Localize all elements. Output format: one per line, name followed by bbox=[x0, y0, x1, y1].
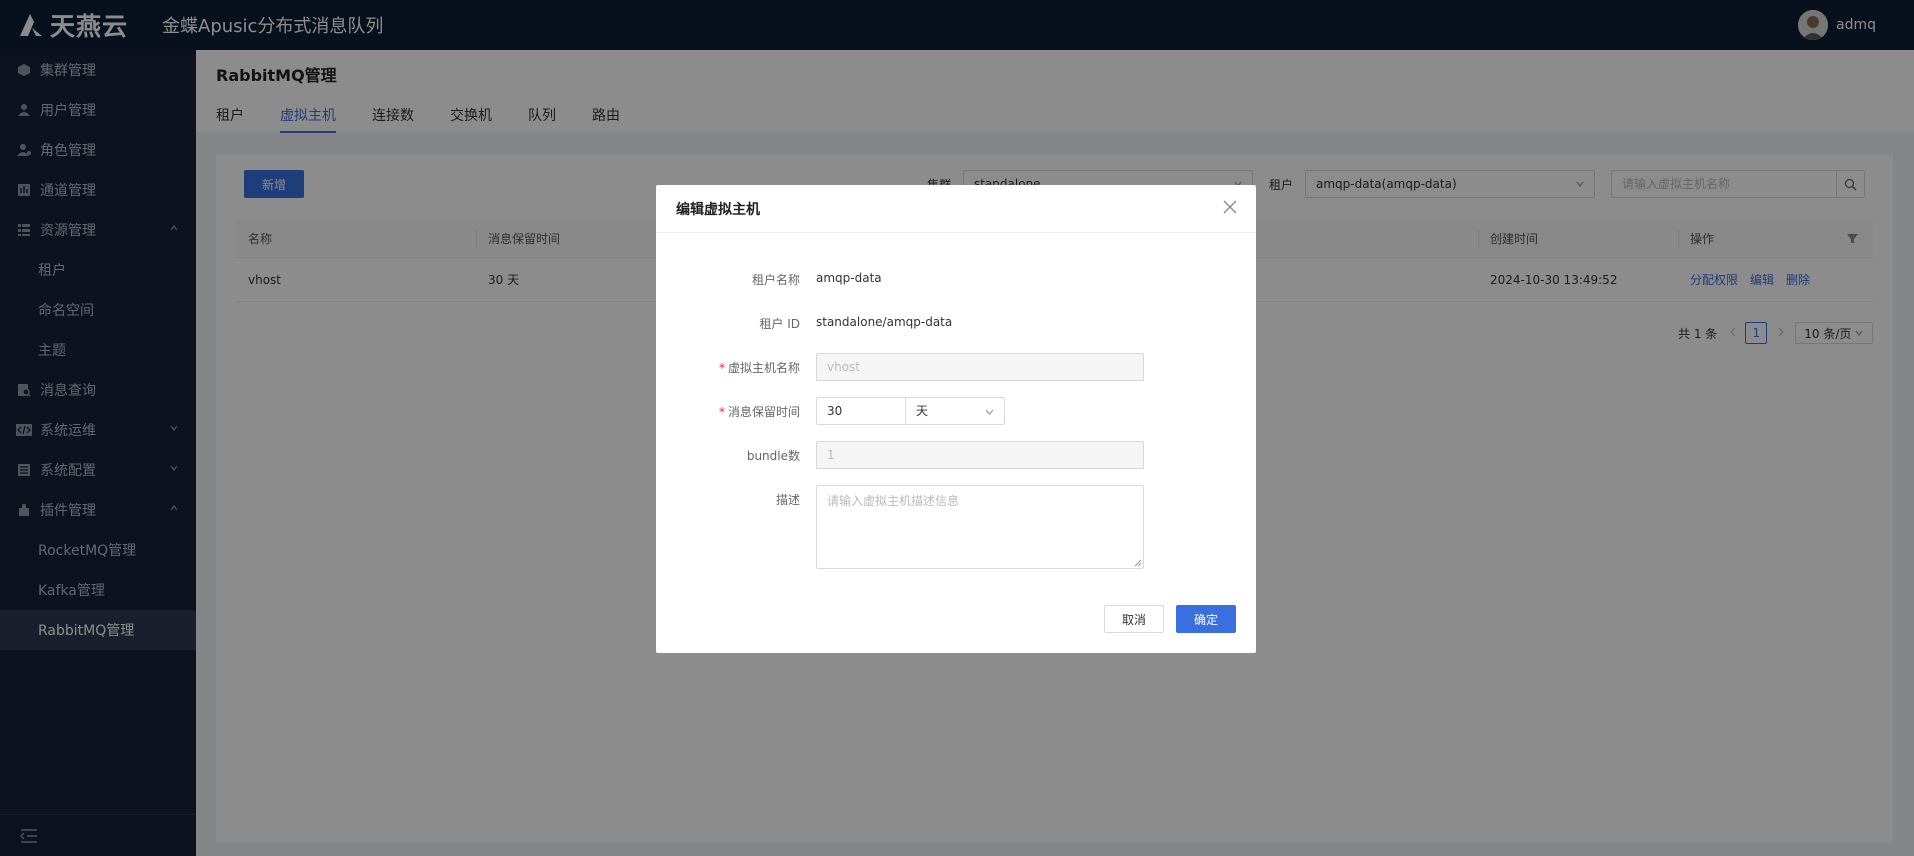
vhost-name-label: * 虚拟主机名称 bbox=[718, 361, 800, 375]
bundle-input: 1 bbox=[816, 441, 1144, 469]
close-icon[interactable] bbox=[1222, 199, 1238, 215]
description-placeholder: 请输入虚拟主机描述信息 bbox=[827, 494, 960, 508]
required-marker: * bbox=[718, 405, 725, 419]
tenant-id-value: standalone/amqp-data bbox=[816, 315, 953, 329]
dialog-footer: 取消 确定 bbox=[1104, 605, 1236, 633]
retention-label: * 消息保留时间 bbox=[718, 405, 800, 419]
retention-input[interactable]: 30 bbox=[816, 397, 906, 425]
chevron-down-icon bbox=[985, 409, 994, 415]
tenant-id-label: 租户 ID bbox=[759, 317, 800, 331]
confirm-button[interactable]: 确定 bbox=[1176, 605, 1236, 633]
description-textarea[interactable]: 请输入虚拟主机描述信息 bbox=[816, 485, 1144, 569]
retention-unit-select[interactable]: 天 bbox=[905, 397, 1005, 425]
bundle-label: bundle数 bbox=[746, 449, 800, 463]
tenant-name-value: amqp-data bbox=[816, 271, 882, 285]
vhost-name-input[interactable]: vhost bbox=[816, 353, 1144, 381]
tenant-name-label: 租户名称 bbox=[751, 273, 800, 287]
resize-handle-icon[interactable] bbox=[1134, 559, 1142, 567]
retention-unit-value: 天 bbox=[916, 404, 929, 418]
description-label: 描述 bbox=[775, 493, 800, 507]
cancel-button[interactable]: 取消 bbox=[1104, 605, 1164, 633]
edit-vhost-dialog: 编辑虚拟主机 租户名称 amqp-data 租户 ID standalone/a… bbox=[656, 185, 1256, 653]
dialog-title: 编辑虚拟主机 bbox=[656, 185, 1256, 233]
required-marker: * bbox=[718, 361, 725, 375]
